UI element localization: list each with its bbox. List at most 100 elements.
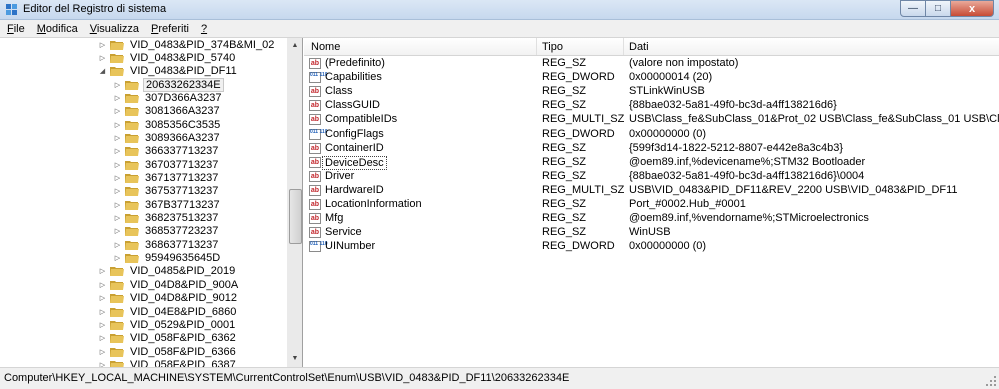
close-button[interactable]: x <box>951 0 994 17</box>
value-data: 0x00000000 (0) <box>629 127 707 140</box>
tree-node-label: VID_04E8&PID_6860 <box>130 305 237 318</box>
resize-grip-icon[interactable] <box>985 375 997 387</box>
value-row[interactable]: ab Driver REG_SZ {88bae032-5a81-49f0-bc3d-a… <box>304 170 999 184</box>
menu-item-help[interactable]: ? <box>194 20 212 37</box>
value-row[interactable]: ab (Predefinito) REG_SZ (valore non imposta… <box>304 57 999 71</box>
menu-item-file[interactable]: File <box>0 20 30 37</box>
tree-collapsed-icon[interactable]: ▷ <box>113 174 122 182</box>
value-data: WinUSB <box>629 226 671 239</box>
column-header-type[interactable]: Tipo <box>542 41 563 53</box>
tree-node[interactable]: ▷ 367137713237 <box>113 172 220 185</box>
tree-node[interactable]: ▷ 3089366A3237 <box>113 131 222 144</box>
tree-node[interactable]: ▷ 367537713237 <box>113 185 220 198</box>
tree-node[interactable]: ▷ 307D366A3237 <box>113 91 223 104</box>
tree-collapsed-icon[interactable]: ▷ <box>98 334 107 342</box>
tree-node[interactable]: ▷ VID_0529&PID_0001 <box>98 318 237 331</box>
value-row[interactable]: ab Class REG_SZ STLinkWinUSB <box>304 85 999 99</box>
column-header-data[interactable]: Dati <box>629 41 649 53</box>
value-type: REG_SZ <box>542 85 587 98</box>
tree-node[interactable]: ▷ 20633262334E <box>113 77 224 92</box>
tree-node[interactable]: ▷ VID_058F&PID_6366 <box>98 345 238 358</box>
tree-node-label: 366337713237 <box>145 145 219 158</box>
scroll-up-icon[interactable]: ▲ <box>288 39 302 53</box>
value-row[interactable]: 011 110 ConfigFlags REG_DWORD 0x00000000 (0… <box>304 128 999 142</box>
tree-node[interactable]: ▷ 3085356C3535 <box>113 118 222 131</box>
tree-node[interactable]: ▷ 3081366A3237 <box>113 105 222 118</box>
folder-icon <box>110 307 124 317</box>
value-row[interactable]: ab DeviceDesc REG_SZ @oem89.inf,%devicename… <box>304 155 999 170</box>
tree-node[interactable]: ▷ 367B37713237 <box>113 198 222 211</box>
tree-collapsed-icon[interactable]: ▷ <box>113 94 122 102</box>
tree-node-label: 3085356C3535 <box>145 118 221 131</box>
tree-collapsed-icon[interactable]: ▷ <box>98 267 107 275</box>
value-row[interactable]: ab ClassGUID REG_SZ {88bae032-5a81-49f0-bc3… <box>304 99 999 113</box>
tree-node[interactable]: ▷ 366337713237 <box>113 145 220 158</box>
column-divider[interactable] <box>536 38 537 55</box>
menu-item-preferiti[interactable]: Preferiti <box>144 20 194 37</box>
scroll-down-icon[interactable]: ▼ <box>288 352 302 366</box>
tree-node[interactable]: ▷ VID_0485&PID_2019 <box>98 265 237 278</box>
tree-collapsed-icon[interactable]: ▷ <box>113 81 122 89</box>
minimize-button[interactable]: — <box>900 0 926 17</box>
tree-expanded-icon[interactable]: ◢ <box>98 67 107 75</box>
menu-item-visualizza[interactable]: Visualizza <box>83 20 144 37</box>
tree-collapsed-icon[interactable]: ▷ <box>98 321 107 329</box>
tree-collapsed-icon[interactable]: ▷ <box>98 41 107 49</box>
tree-node-label: 368537723237 <box>145 225 219 238</box>
value-row[interactable]: ab Service REG_SZ WinUSB <box>304 226 999 240</box>
tree-collapsed-icon[interactable]: ▷ <box>113 241 122 249</box>
tree-node[interactable]: ▷ 368637713237 <box>113 238 220 251</box>
menu-item-modifica[interactable]: Modifica <box>30 20 83 37</box>
tree-node[interactable]: ▷ 95949635645D <box>113 252 222 265</box>
tree-node[interactable]: ▷ VID_04E8&PID_6860 <box>98 305 238 318</box>
maximize-button[interactable]: □ <box>926 0 951 17</box>
tree-node[interactable]: ▷ VID_04D8&PID_900A <box>98 278 240 291</box>
tree-collapsed-icon[interactable]: ▷ <box>98 54 107 62</box>
tree-node-label: VID_058F&PID_6387 <box>130 358 236 367</box>
binary-value-icon: 011 110 <box>309 128 328 140</box>
tree-node[interactable]: ◢ VID_0483&PID_DF11 <box>98 65 239 78</box>
value-row[interactable]: ab ContainerID REG_SZ {599f3d14-1822-5212-8… <box>304 142 999 156</box>
tree-collapsed-icon[interactable]: ▷ <box>98 281 107 289</box>
column-header-name[interactable]: Nome <box>311 41 340 53</box>
tree-node[interactable]: ▷ 368537723237 <box>113 225 220 238</box>
tree-collapsed-icon[interactable]: ▷ <box>113 214 122 222</box>
tree-collapsed-icon[interactable]: ▷ <box>113 227 122 235</box>
tree-collapsed-icon[interactable]: ▷ <box>113 161 122 169</box>
value-row[interactable]: 011 110 UINumber REG_DWORD 0x00000000 (0) <box>304 240 999 254</box>
tree-scrollbar[interactable]: ▲ ▼ <box>287 38 303 367</box>
tree-node[interactable]: ▷ VID_058F&PID_6362 <box>98 332 238 345</box>
value-name: Capabilities <box>325 71 382 84</box>
values-list[interactable]: Nome Tipo Dati ab (Predefinito) REG_SZ (val… <box>304 38 999 367</box>
value-name: ClassGUID <box>325 99 381 112</box>
tree-node[interactable]: ▷ VID_058F&PID_6387 <box>98 358 238 367</box>
tree-collapsed-icon[interactable]: ▷ <box>113 134 122 142</box>
column-divider[interactable] <box>623 38 624 55</box>
tree-collapsed-icon[interactable]: ▷ <box>98 308 107 316</box>
menu-bar: File Modifica Visualizza Preferiti? <box>0 20 999 38</box>
tree-collapsed-icon[interactable]: ▷ <box>113 201 122 209</box>
tree-collapsed-icon[interactable]: ▷ <box>113 107 122 115</box>
tree-collapsed-icon[interactable]: ▷ <box>98 294 107 302</box>
tree-node[interactable]: ▷ 368237513237 <box>113 212 220 225</box>
registry-key-tree[interactable]: ▷ VID_0483&PID_374B&MI_02 ▷ VID_0483&PID_57… <box>0 38 288 367</box>
value-row[interactable]: 011 110 Capabilities REG_DWORD 0x00000014 (… <box>304 71 999 85</box>
folder-icon <box>110 53 124 63</box>
value-row[interactable]: ab HardwareID REG_MULTI_SZ USB\VID_0483&PID… <box>304 184 999 198</box>
tree-collapsed-icon[interactable]: ▷ <box>113 187 122 195</box>
tree-collapsed-icon[interactable]: ▷ <box>98 348 107 356</box>
folder-icon <box>110 40 124 50</box>
value-row[interactable]: ab LocationInformation REG_SZ Port_#0002.Hu… <box>304 198 999 212</box>
value-row[interactable]: ab CompatibleIDs REG_MULTI_SZ USB\Class_fe&… <box>304 113 999 127</box>
value-row[interactable]: ab Mfg REG_SZ @oem89.inf,%vendorname%;STMic… <box>304 212 999 226</box>
value-name: LocationInformation <box>325 198 422 210</box>
tree-collapsed-icon[interactable]: ▷ <box>113 121 122 129</box>
scrollbar-thumb[interactable] <box>289 189 302 244</box>
tree-node[interactable]: ▷ VID_0483&PID_5740 <box>98 51 237 64</box>
title-bar[interactable]: Editor del Registro di sistema — □ x <box>0 0 999 20</box>
tree-node[interactable]: ▷ VID_0483&PID_374B&MI_02 <box>98 38 276 51</box>
tree-collapsed-icon[interactable]: ▷ <box>113 147 122 155</box>
tree-node[interactable]: ▷ VID_04D8&PID_9012 <box>98 292 239 305</box>
tree-node[interactable]: ▷ 367037713237 <box>113 158 220 171</box>
tree-collapsed-icon[interactable]: ▷ <box>113 254 122 262</box>
